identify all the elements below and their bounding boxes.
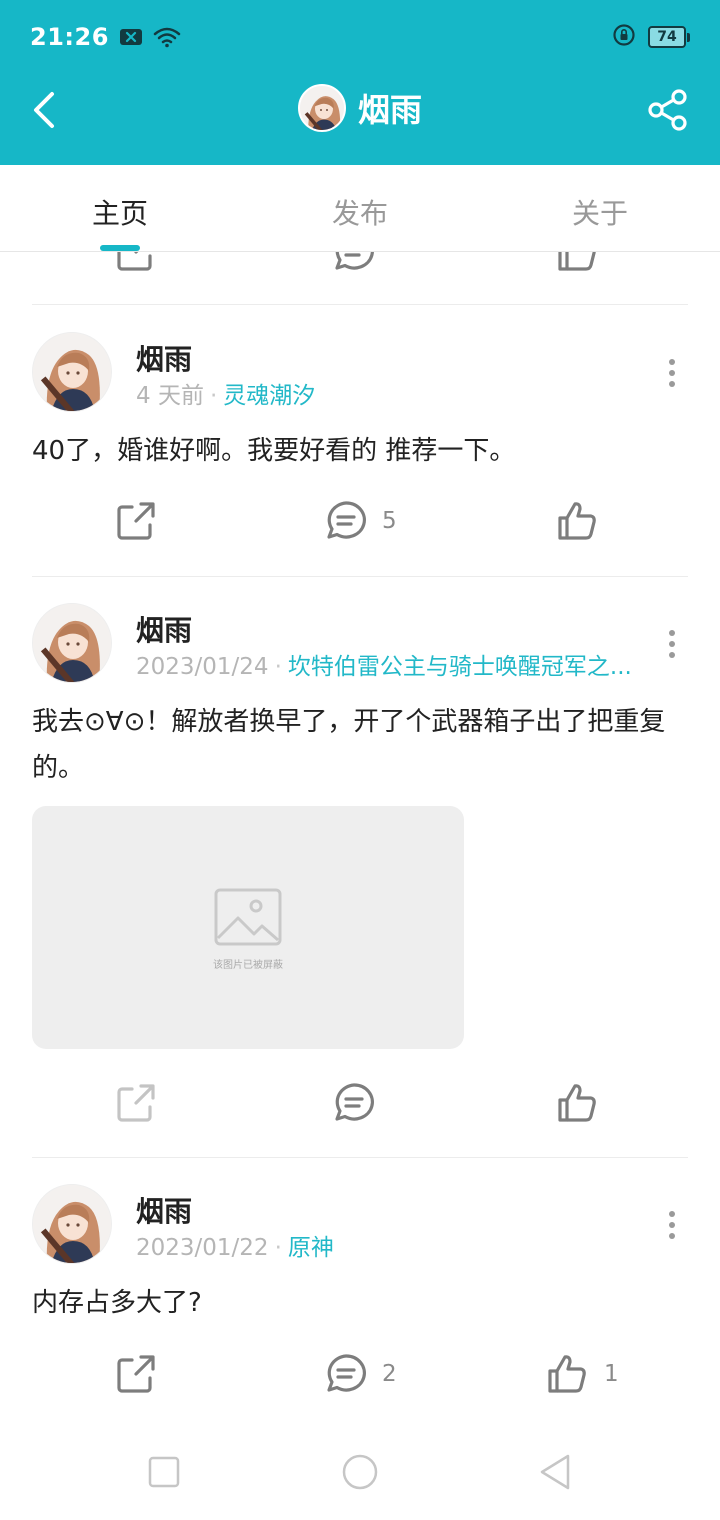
tab-home[interactable]: 主页: [0, 165, 240, 251]
post-content[interactable]: 内存占多大了?: [32, 1280, 692, 1326]
thumb-up-icon: [548, 1355, 586, 1393]
thumb-up-icon: [558, 502, 596, 540]
post-date: 2023/01/22: [136, 1235, 269, 1261]
comment-icon: [327, 1354, 366, 1392]
post-author[interactable]: 烟雨: [136, 338, 192, 378]
divider: [32, 576, 688, 577]
share-out-icon: [117, 1084, 155, 1122]
comment-count: 5: [382, 508, 397, 534]
comment-icon: [335, 1083, 374, 1121]
post-meta: 4 天前 · 灵魂潮汐: [136, 383, 316, 409]
tab-bar: 主页 发布 关于: [0, 165, 720, 252]
post-meta: 2023/01/22 · 原神: [136, 1235, 334, 1261]
avatar[interactable]: [32, 603, 112, 683]
thumb-up-icon: [558, 1084, 596, 1122]
tab-posts-label: 发布: [331, 197, 388, 230]
avatar[interactable]: [32, 332, 112, 412]
post-content[interactable]: 我去⊙∀⊙！解放者换早了，开了个武器箱子出了把重复的。: [32, 699, 692, 791]
nav-bar: 烟雨: [0, 70, 720, 150]
share-out-icon: [117, 502, 155, 540]
title-group: 烟雨: [0, 84, 720, 132]
battery-level: 74: [648, 26, 686, 48]
battery-icon: 74: [648, 26, 690, 48]
post-actions: [0, 1081, 720, 1129]
blocked-image[interactable]: 该图片已被屏蔽: [32, 806, 464, 1049]
post-date: 4 天前: [136, 383, 204, 409]
comment-icon[interactable]: [332, 252, 376, 274]
share-out-icon[interactable]: [114, 252, 158, 274]
home-icon[interactable]: [340, 1452, 380, 1492]
like-action[interactable]: [556, 1081, 600, 1125]
notification-x-icon: [119, 28, 143, 46]
post-topic[interactable]: 坎特伯雷公主与骑士唤醒冠军之...: [288, 654, 632, 680]
thumb-up-icon[interactable]: [556, 252, 600, 274]
share-action[interactable]: [114, 1352, 158, 1396]
comment-icon: [327, 501, 366, 539]
system-navigation-bar: [0, 1420, 720, 1520]
more-options-icon[interactable]: [664, 1210, 680, 1240]
post-date: 2023/01/24: [136, 654, 269, 680]
post-topic[interactable]: 灵魂潮汐: [223, 383, 315, 409]
tab-home-label: 主页: [91, 197, 148, 230]
post-actions: 5: [0, 499, 720, 547]
app-header: 21:26 74 烟雨: [0, 0, 720, 165]
post-content[interactable]: 40了，婚谁好啊。我要好看的 推荐一下。: [32, 428, 692, 474]
image-caption: 该图片已被屏蔽: [213, 960, 283, 971]
share-icon: [648, 89, 687, 131]
post-topic[interactable]: 原神: [288, 1235, 334, 1261]
comment-action[interactable]: 5: [324, 499, 397, 543]
like-count: 1: [604, 1361, 619, 1387]
like-action[interactable]: [556, 499, 600, 543]
comment-action[interactable]: [332, 1081, 376, 1125]
status-bar: 21:26 74: [30, 18, 690, 56]
status-time: 21:26: [30, 23, 109, 51]
share-out-icon: [117, 1355, 155, 1393]
comment-action[interactable]: 2: [324, 1352, 397, 1396]
post-meta: 2023/01/24 · 坎特伯雷公主与骑士唤醒冠军之...: [136, 654, 632, 680]
tab-about[interactable]: 关于: [480, 165, 720, 251]
more-options-icon[interactable]: [664, 629, 680, 659]
wifi-icon: [153, 26, 181, 48]
post-author[interactable]: 烟雨: [136, 609, 192, 649]
post-feed[interactable]: 烟雨 4 天前 · 灵魂潮汐 40了，婚谁好啊。我要好看的 推荐一下。 5 烟雨 2…: [0, 252, 720, 1420]
image-placeholder-icon: [214, 888, 282, 946]
back-triangle-icon[interactable]: [536, 1452, 576, 1492]
rotation-lock-icon: [612, 23, 636, 51]
post-author[interactable]: 烟雨: [136, 1190, 192, 1230]
page-title: 烟雨: [357, 91, 422, 129]
tab-posts[interactable]: 发布: [240, 165, 480, 251]
divider: [32, 1157, 688, 1158]
previous-post-actions: [0, 252, 720, 271]
tab-about-label: 关于: [571, 197, 628, 230]
comment-count: 2: [382, 1361, 397, 1387]
header-avatar[interactable]: [297, 84, 346, 132]
share-action[interactable]: [114, 1081, 158, 1125]
post-actions: 2 1: [0, 1352, 720, 1400]
more-options-icon[interactable]: [664, 358, 680, 388]
share-action[interactable]: [114, 499, 158, 543]
avatar[interactable]: [32, 1184, 112, 1264]
like-action[interactable]: 1: [546, 1352, 619, 1396]
divider: [32, 304, 688, 305]
active-tab-indicator: [100, 245, 140, 251]
recent-apps-icon[interactable]: [144, 1452, 184, 1492]
share-button[interactable]: [646, 88, 690, 132]
